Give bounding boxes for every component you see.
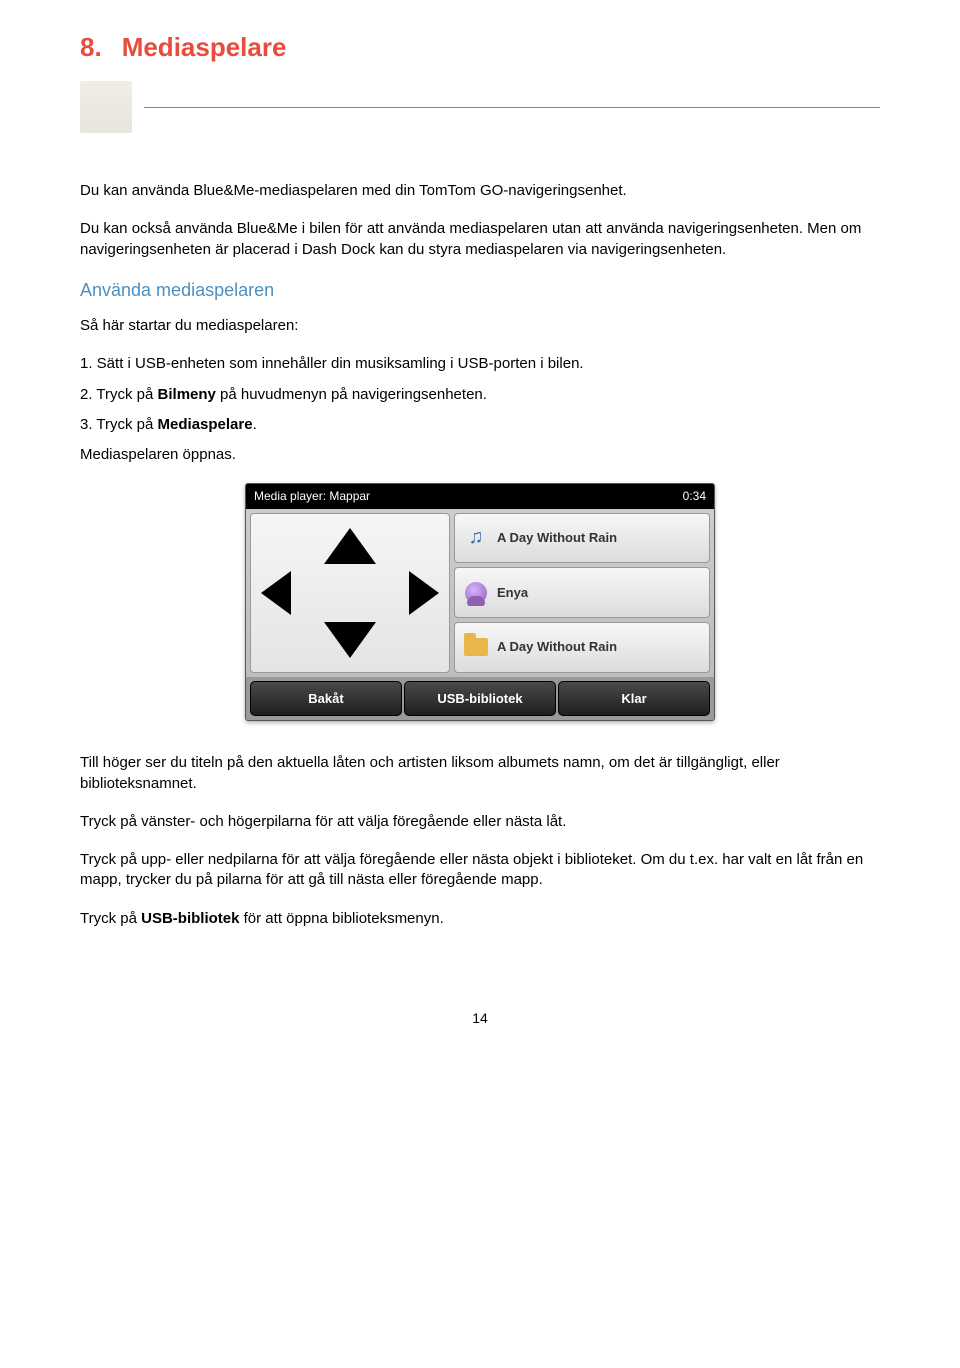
song-title: A Day Without Rain <box>497 529 617 547</box>
after-paragraph-4: Tryck på USB-bibliotek för att öppna bib… <box>80 909 880 929</box>
steps-lead: Så här startar du mediaspelaren: <box>80 316 880 336</box>
intro-paragraph-2: Du kan också använda Blue&Me i bilen för… <box>80 219 880 260</box>
media-player-device: Media player: Mappar 0:34 A Day Without … <box>245 483 715 721</box>
usb-library-button[interactable]: USB-bibliotek <box>404 681 556 717</box>
arrow-down-icon[interactable] <box>324 622 376 658</box>
horizontal-rule <box>144 107 880 108</box>
device-screenshot: Media player: Mappar 0:34 A Day Without … <box>80 483 880 727</box>
step-2-prefix: 2. Tryck på <box>80 386 158 403</box>
chapter-title: Mediaspelare <box>122 30 287 65</box>
done-button[interactable]: Klar <box>558 681 710 717</box>
header-rule <box>80 81 880 133</box>
step-3-bold: Mediaspelare <box>158 416 253 433</box>
after4-bold: USB-bibliotek <box>141 910 239 927</box>
step-2: 2. Tryck på Bilmeny på huvudmenyn på nav… <box>80 385 880 405</box>
now-playing-album[interactable]: A Day Without Rain <box>454 622 710 673</box>
now-playing-artist[interactable]: Enya <box>454 567 710 618</box>
intro-paragraph-1: Du kan använda Blue&Me-mediaspelaren med… <box>80 181 880 201</box>
artist-name: Enya <box>497 584 528 602</box>
now-playing-song[interactable]: A Day Without Rain <box>454 513 710 564</box>
player-opens: Mediaspelaren öppnas. <box>80 445 880 465</box>
step-3: 3. Tryck på Mediaspelare. <box>80 415 880 435</box>
page-number: 14 <box>80 1009 880 1028</box>
header-ornament <box>80 81 132 133</box>
step-3-prefix: 3. Tryck på <box>80 416 158 433</box>
after4-prefix: Tryck på <box>80 910 141 927</box>
direction-pad[interactable] <box>250 513 450 673</box>
step-3-suffix: . <box>253 416 257 433</box>
arrow-right-icon[interactable] <box>409 571 439 615</box>
chapter-header: 8. Mediaspelare <box>80 30 880 65</box>
folder-icon <box>463 634 489 660</box>
chapter-number: 8. <box>80 30 102 65</box>
music-note-icon <box>463 525 489 551</box>
step-1: 1. Sätt i USB-enheten som innehåller din… <box>80 354 880 374</box>
arrow-up-icon[interactable] <box>324 528 376 564</box>
status-title: Media player: Mappar <box>254 488 370 504</box>
album-name: A Day Without Rain <box>497 638 617 656</box>
after4-suffix: för att öppna biblioteksmenyn. <box>239 910 443 927</box>
back-button[interactable]: Bakåt <box>250 681 402 717</box>
after-paragraph-1: Till höger ser du titeln på den aktuella… <box>80 753 880 794</box>
status-time: 0:34 <box>683 488 706 504</box>
after-paragraph-3: Tryck på upp- eller nedpilarna för att v… <box>80 850 880 891</box>
subheading-using-player: Använda mediaspelaren <box>80 278 880 302</box>
artist-icon <box>463 580 489 606</box>
arrow-left-icon[interactable] <box>261 571 291 615</box>
step-2-bold: Bilmeny <box>158 386 216 403</box>
after-paragraph-2: Tryck på vänster- och högerpilarna för a… <box>80 812 880 832</box>
step-2-suffix: på huvudmenyn på navigeringsenheten. <box>216 386 487 403</box>
device-status-bar: Media player: Mappar 0:34 <box>246 484 714 508</box>
